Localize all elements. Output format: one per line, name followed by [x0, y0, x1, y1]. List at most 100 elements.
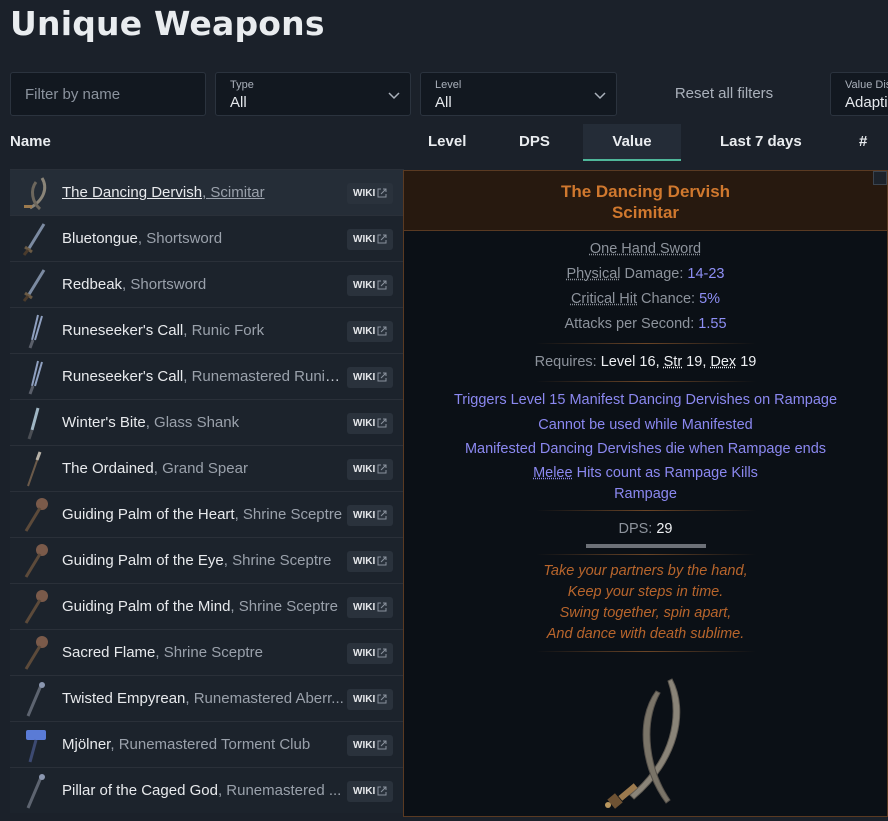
item-base-type: , Shrine Sceptre — [155, 644, 263, 661]
separator — [535, 381, 756, 382]
external-link-icon — [377, 188, 387, 198]
column-header-last7[interactable]: Last 7 days — [720, 124, 802, 160]
wiki-link-button[interactable]: WIKI — [347, 689, 393, 710]
spear-icon — [16, 450, 52, 488]
value-display-select[interactable]: Value Dis Adapti — [830, 72, 888, 116]
sceptre-icon — [16, 542, 52, 580]
wiki-link-button[interactable]: WIKI — [347, 321, 393, 342]
chevron-down-icon — [388, 92, 400, 100]
item-name-cell[interactable]: Sacred Flame, Shrine Sceptre — [62, 630, 263, 676]
shank-icon — [16, 404, 52, 442]
wiki-link-button[interactable]: WIKI — [347, 413, 393, 434]
table-row[interactable]: Sacred Flame, Shrine Sceptre WIKI — [10, 629, 404, 675]
table-row[interactable]: Guiding Palm of the Eye, Shrine Sceptre W… — [10, 537, 404, 583]
item-name-cell[interactable]: Runeseeker's Call, Runemastered Runic ..… — [62, 354, 344, 400]
type-select-value: All — [230, 94, 247, 111]
wiki-label: WIKI — [353, 188, 376, 199]
wiki-label: WIKI — [353, 464, 376, 475]
item-name: The Ordained — [62, 460, 154, 477]
item-base-type: , Shrine Sceptre — [223, 552, 332, 569]
item-name-cell[interactable]: Mjölner, Runemastered Torment Club — [62, 722, 310, 768]
item-name-cell[interactable]: Guiding Palm of the Heart, Shrine Sceptr… — [62, 492, 342, 538]
column-header-listings[interactable]: # Lis — [859, 124, 888, 186]
item-name-cell[interactable]: The Dancing Dervish, Scimitar — [62, 170, 265, 216]
level-select[interactable]: Level All — [420, 72, 617, 116]
external-link-icon — [377, 234, 387, 244]
table-row[interactable]: Winter's Bite, Glass Shank WIKI — [10, 399, 404, 445]
column-header-value[interactable]: Value — [583, 124, 681, 161]
item-name-cell[interactable]: Runeseeker's Call, Runic Fork — [62, 308, 264, 354]
item-name: Runeseeker's Call — [62, 322, 184, 339]
wiki-link-button[interactable]: WIKI — [347, 275, 393, 296]
table-row[interactable]: Guiding Palm of the Heart, Shrine Sceptr… — [10, 491, 404, 537]
wiki-label: WIKI — [353, 648, 376, 659]
table-row[interactable]: Guiding Palm of the Mind, Shrine Sceptre… — [10, 583, 404, 629]
separator — [535, 650, 756, 652]
wiki-label: WIKI — [353, 694, 376, 705]
wiki-link-button[interactable]: WIKI — [347, 183, 393, 204]
external-link-icon — [377, 602, 387, 612]
table-row[interactable]: Runeseeker's Call, Runemastered Runic ..… — [10, 353, 404, 399]
flavor-line: And dance with death sublime. — [546, 625, 745, 642]
table-row[interactable]: The Dancing Dervish, Scimitar WIKI — [10, 169, 404, 215]
hammer-icon — [16, 726, 52, 764]
item-name-cell[interactable]: Bluetongue, Shortsword — [62, 216, 222, 262]
fork-icon — [16, 358, 52, 396]
wiki-link-button[interactable]: WIKI — [347, 367, 393, 388]
table-row[interactable]: Pillar of the Caged God, Runemastered ..… — [10, 767, 404, 813]
item-name: Redbeak — [62, 276, 123, 293]
external-link-icon — [377, 740, 387, 750]
column-header-name[interactable]: Name — [10, 124, 51, 160]
crit-chance-line: Critical Hit Chance: 5% — [570, 291, 721, 307]
table-row[interactable]: Redbeak, Shortsword WIKI — [10, 261, 404, 307]
wiki-link-button[interactable]: WIKI — [347, 597, 393, 618]
scimitar-art-icon — [605, 678, 681, 809]
mod-keyword: Rampage — [614, 485, 677, 502]
column-header-level[interactable]: Level — [428, 124, 466, 160]
table-row[interactable]: Bluetongue, Shortsword WIKI — [10, 215, 404, 261]
wiki-link-button[interactable]: WIKI — [347, 643, 393, 664]
table-row[interactable]: Runeseeker's Call, Runic Fork WIKI — [10, 307, 404, 353]
level-select-value: All — [435, 94, 452, 111]
wiki-link-button[interactable]: WIKI — [347, 781, 393, 802]
value-display-label: Value Dis — [845, 79, 888, 91]
item-name-cell[interactable]: Twisted Empyrean, Runemastered Aberr... — [62, 676, 344, 722]
item-base-type: , Shortsword — [137, 230, 223, 247]
page-title: Unique Weapons — [10, 4, 325, 43]
table-row[interactable]: The Ordained, Grand Spear WIKI — [10, 445, 404, 491]
item-tooltip: The Dancing Dervish Scimitar One Hand Sw… — [403, 170, 888, 817]
pin-icon[interactable] — [873, 171, 887, 185]
wiki-link-button[interactable]: WIKI — [347, 505, 393, 526]
tooltip-subtitle: Scimitar — [611, 203, 680, 222]
dps-line: DPS: 29 — [618, 520, 673, 537]
wiki-link-button[interactable]: WIKI — [347, 735, 393, 756]
item-name-cell[interactable]: Guiding Palm of the Mind, Shrine Sceptre — [62, 584, 338, 630]
wiki-link-button[interactable]: WIKI — [347, 459, 393, 480]
table-row[interactable]: Twisted Empyrean, Runemastered Aberr... W… — [10, 675, 404, 721]
item-base-type: , Runemastered Torment Club — [110, 736, 311, 753]
item-name-cell[interactable]: Pillar of the Caged God, Runemastered ..… — [62, 768, 341, 814]
name-filter-input[interactable] — [11, 73, 205, 115]
wiki-label: WIKI — [353, 556, 376, 567]
type-select[interactable]: Type All — [215, 72, 411, 116]
separator — [535, 343, 756, 344]
flavor-line: Take your partners by the hand, — [543, 562, 748, 579]
table-row[interactable]: Mjölner, Runemastered Torment Club WIKI — [10, 721, 404, 767]
column-header-dps[interactable]: DPS — [519, 124, 550, 160]
wiki-link-button[interactable]: WIKI — [347, 229, 393, 250]
separator — [535, 553, 756, 555]
item-name-cell[interactable]: Winter's Bite, Glass Shank — [62, 400, 239, 446]
wiki-link-button[interactable]: WIKI — [347, 551, 393, 572]
separator — [535, 509, 756, 511]
item-name-cell[interactable]: Redbeak, Shortsword — [62, 262, 206, 308]
dps-bar — [585, 543, 706, 548]
table-header: Name Level DPS Value Last 7 days # Lis — [0, 124, 888, 186]
name-filter-field[interactable] — [10, 72, 206, 116]
item-name-cell[interactable]: Guiding Palm of the Eye, Shrine Sceptre — [62, 538, 331, 584]
item-name: Guiding Palm of the Heart — [62, 506, 235, 523]
reset-filters-button[interactable]: Reset all filters — [626, 72, 822, 116]
item-base-type: , Shortsword — [122, 276, 207, 293]
external-link-icon — [377, 510, 387, 520]
item-name-cell[interactable]: The Ordained, Grand Spear — [62, 446, 248, 492]
mod-line: Cannot be used while Manifested — [538, 416, 753, 433]
